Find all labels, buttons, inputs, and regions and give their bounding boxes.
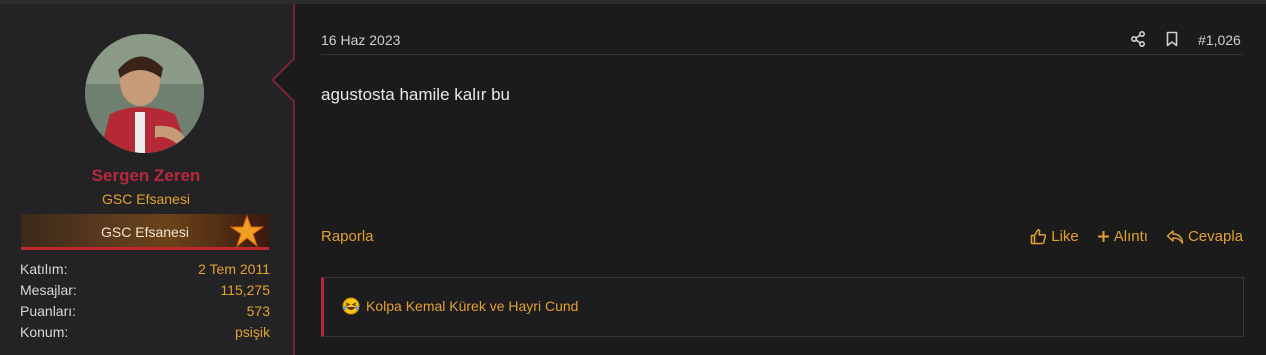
user-banner: GSC Efsanesi [21, 214, 269, 250]
thumbs-up-icon [1030, 229, 1047, 245]
stat-label: Katılım: [20, 261, 68, 277]
username[interactable]: Sergen Zeren [0, 166, 292, 186]
stat-row-points: Puanları: 573 [20, 301, 270, 322]
post-actions: Like Alıntı Cevapla [1030, 228, 1243, 245]
stat-row-location: Konum: psişik [20, 322, 270, 343]
avatar[interactable] [85, 34, 204, 153]
post-body: agustosta hamile kalır bu [321, 85, 510, 104]
stat-value[interactable]: psişik [235, 322, 270, 343]
stat-value[interactable]: 115,275 [220, 280, 270, 301]
stat-value[interactable]: 573 [247, 301, 270, 322]
share-icon[interactable] [1130, 31, 1146, 47]
stat-row-joined: Katılım: 2 Tem 2011 [20, 259, 270, 280]
stat-label: Puanları: [20, 303, 77, 319]
stat-label: Mesajlar: [20, 282, 77, 298]
stat-row-messages: Mesajlar: 115,275 [20, 280, 270, 301]
star-icon [229, 214, 265, 248]
user-title: GSC Efsanesi [102, 191, 190, 207]
laughing-emoji-icon [342, 297, 360, 315]
stat-label: Konum: [20, 324, 69, 340]
quote-button[interactable]: Alıntı [1097, 228, 1148, 245]
stat-value: 2 Tem 2011 [198, 261, 270, 277]
reactions-bar: Kolpa Kemal Kürek ve Hayri Cund [321, 277, 1244, 337]
user-info-panel: Sergen Zeren GSC Efsanesi GSC Efsanesi K… [0, 4, 295, 355]
user-stats: Katılım: 2 Tem 2011 Mesajlar: 115,275 Pu… [20, 259, 270, 343]
reactions-summary[interactable]: Kolpa Kemal Kürek ve Hayri Cund [342, 297, 578, 315]
reactions-text: Kolpa Kemal Kürek ve Hayri Cund [366, 298, 579, 314]
report-link[interactable]: Raporla [321, 228, 374, 245]
reply-button[interactable]: Cevapla [1166, 228, 1243, 245]
post-date[interactable]: 16 Haz 2023 [321, 32, 400, 48]
reply-icon [1166, 229, 1184, 244]
like-label: Like [1051, 228, 1079, 245]
message-arrow-fill [274, 58, 296, 102]
bookmark-icon[interactable] [1164, 31, 1180, 47]
like-button[interactable]: Like [1030, 228, 1079, 245]
plus-icon [1097, 231, 1109, 242]
quote-label: Alıntı [1113, 228, 1148, 245]
divider [321, 54, 1243, 55]
reply-label: Cevapla [1187, 228, 1243, 245]
post-number[interactable]: #1,026 [1198, 32, 1241, 48]
